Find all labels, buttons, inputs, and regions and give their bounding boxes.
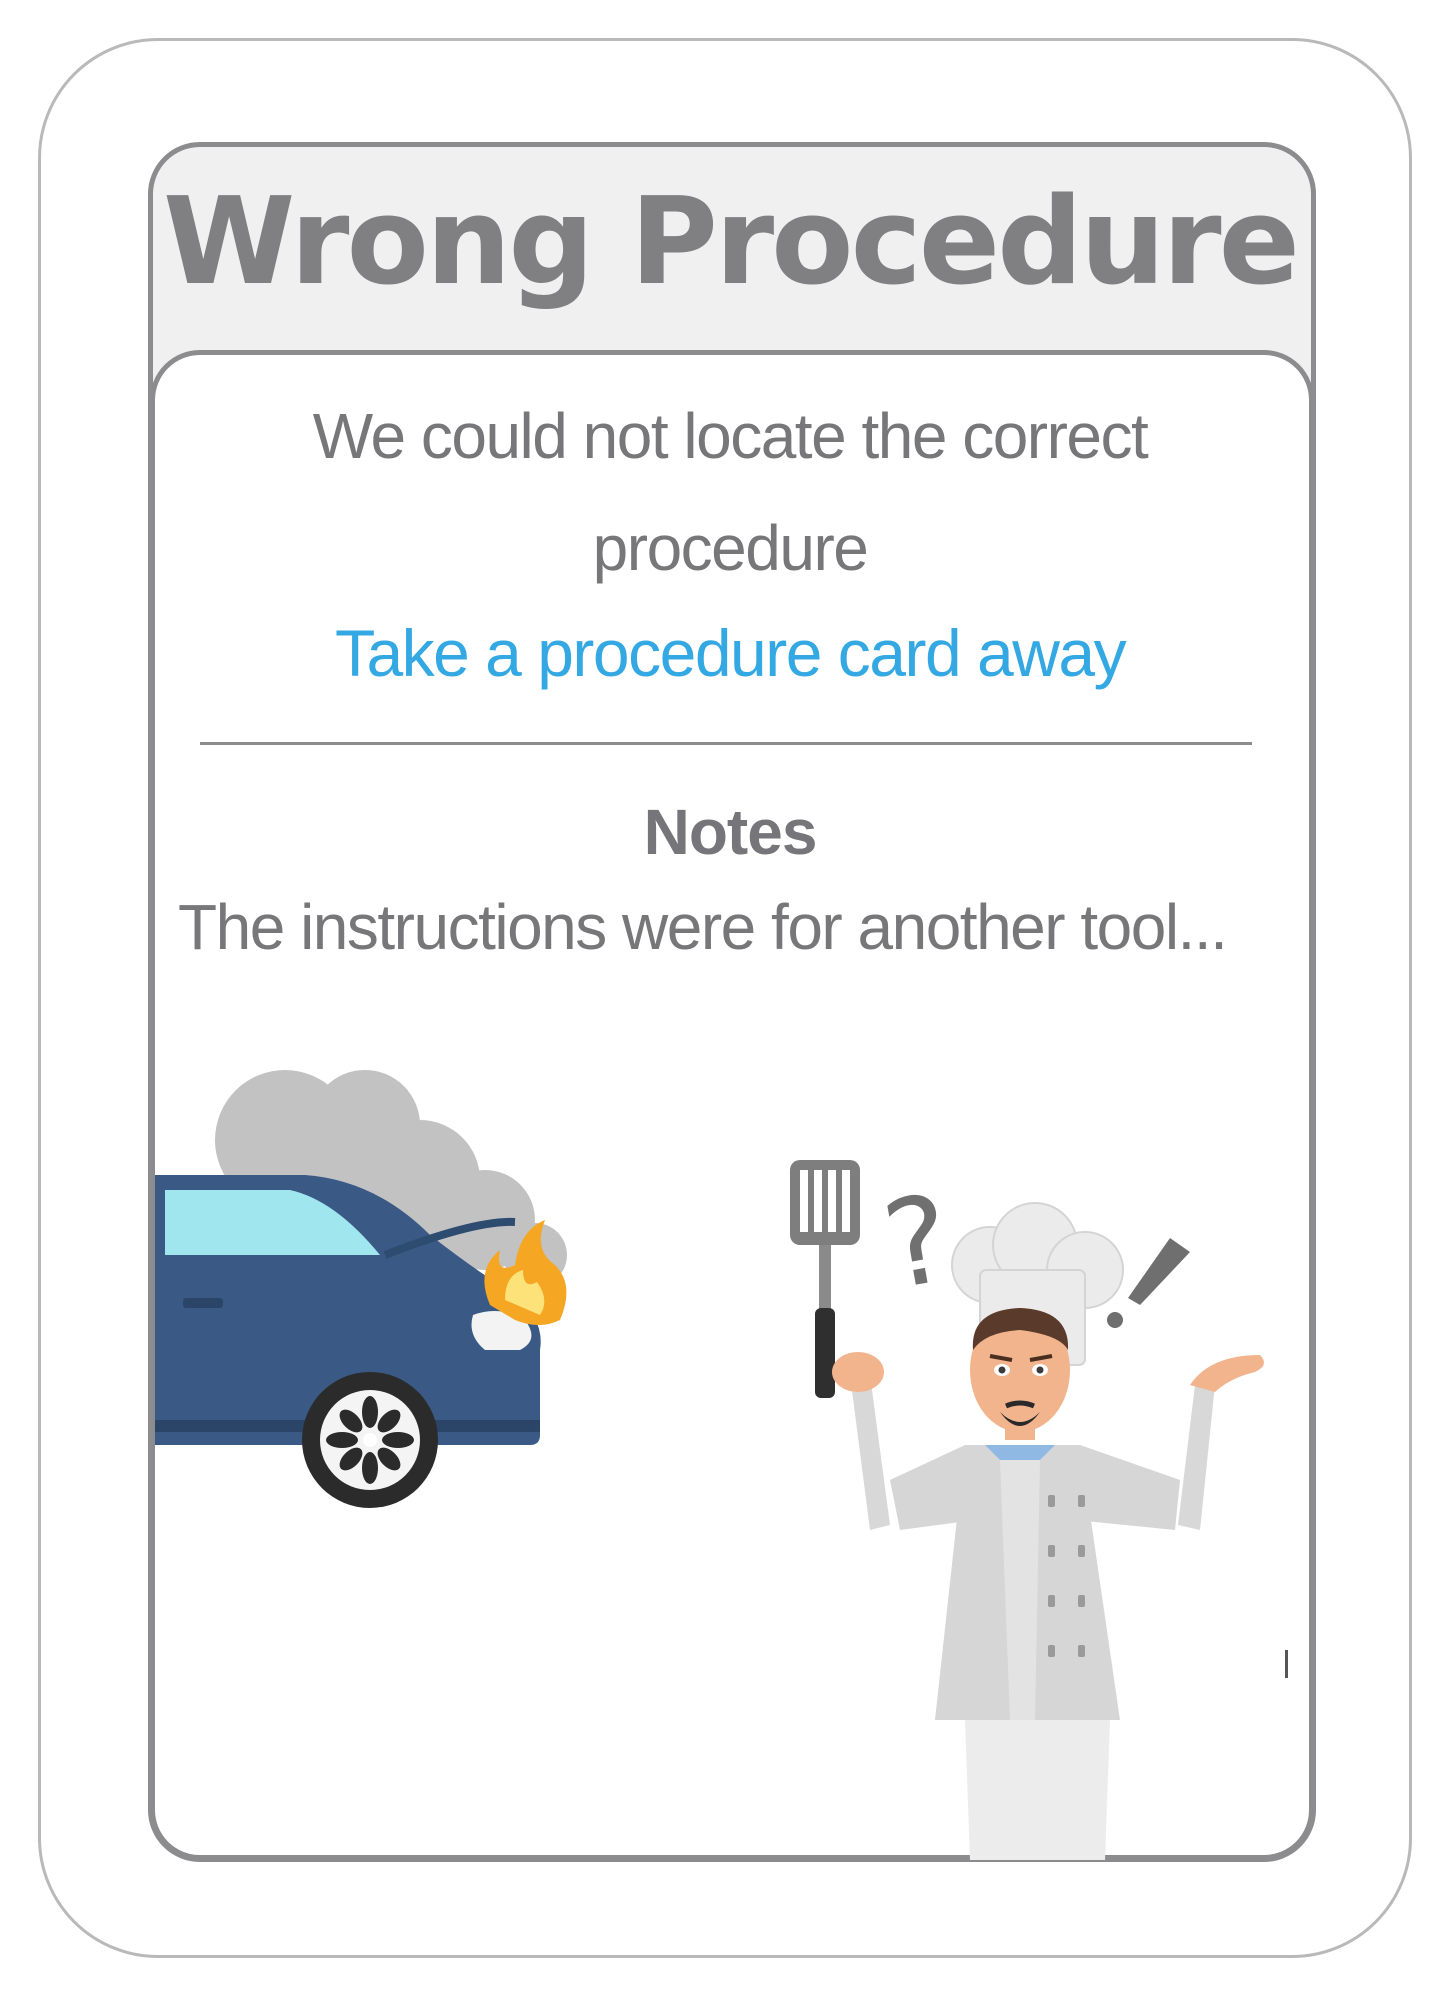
left-hand [832,1352,884,1392]
confused-chef-icon: ? [790,1160,1288,1860]
burning-car-icon [155,1070,567,1508]
chef-coat [890,1445,1180,1860]
notes-heading: Notes [643,796,818,868]
question-mark-icon: ? [874,1169,961,1317]
section-divider [200,742,1252,745]
car-wheel [302,1372,438,1508]
card-action: Take a procedure card away [334,616,1127,690]
card-title: Wrong Procedure [163,173,1300,312]
card-description: We could not locate the correct procedur… [312,400,1149,584]
chef-face [970,1308,1070,1440]
right-hand [1190,1355,1264,1392]
notes-text: The instructions were for another tool..… [178,891,1228,963]
